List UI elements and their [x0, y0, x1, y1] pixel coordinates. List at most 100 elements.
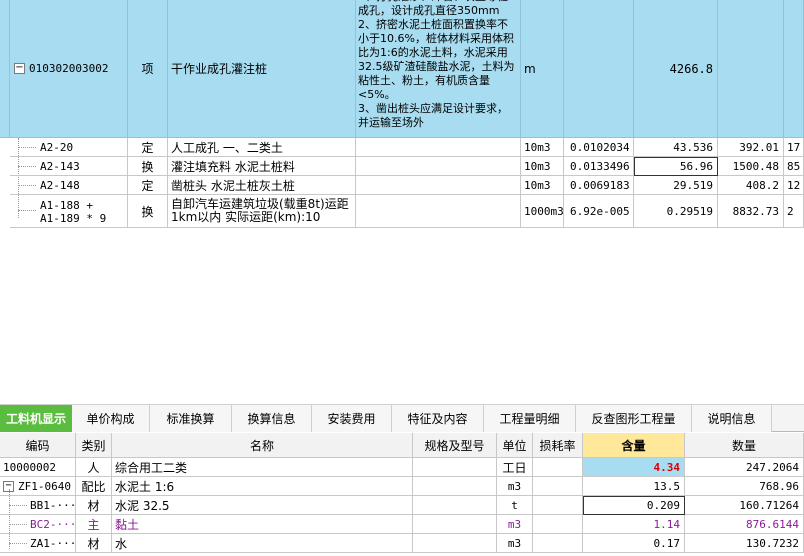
sub-unit: 10m3: [521, 176, 564, 195]
res-qty: 130.7232: [685, 534, 804, 553]
sub-unit: 10m3: [521, 138, 564, 157]
res-unit: m3: [497, 477, 533, 496]
item-grid: − 010302003002 项 干作业成孔灌注桩 1、打孔灌砂、碎石、灰土等桩…: [0, 0, 804, 228]
col-header-spec[interactable]: 规格及型号: [413, 433, 497, 458]
sub-code-line1: A1-188 +: [40, 199, 93, 212]
sub-extra: 85: [784, 157, 804, 176]
main-unit: m: [521, 0, 564, 138]
sub-content: 0.0133496: [564, 157, 634, 176]
row-indicator: [0, 0, 10, 138]
col-header-category[interactable]: 类别: [76, 433, 112, 458]
col-header-code[interactable]: 编码: [0, 433, 76, 458]
sub-content: 0.0102034: [564, 138, 634, 157]
col-header-unit[interactable]: 单位: [497, 433, 533, 458]
tree-line: [9, 489, 10, 549]
sub-price: 392.01: [718, 138, 784, 157]
col-header-name[interactable]: 名称: [112, 433, 413, 458]
sub-type: 换: [128, 157, 168, 176]
res-name: 黏土: [112, 515, 413, 534]
sub-name: 凿桩头 水泥土桩灰土桩: [168, 176, 356, 195]
res-category: 主: [76, 515, 112, 534]
detail-tab-bar: 工料机显示 单价构成 标准换算 换算信息 安装费用 特征及内容 工程量明细 反查…: [0, 404, 804, 432]
sub-name: 自卸汽车运建筑垃圾(载重8t)运距 1km以内 实际运距(km):10: [168, 195, 356, 228]
res-content: 13.5: [583, 477, 685, 496]
main-extra: [784, 0, 804, 138]
main-name: 干作业成孔灌注桩: [168, 0, 356, 138]
main-price: [718, 0, 784, 138]
tab-labor-material[interactable]: 工料机显示: [0, 405, 72, 432]
sub-code: A2-20: [10, 138, 128, 157]
res-unit: t: [497, 496, 533, 515]
res-name: 综合用工二类: [112, 458, 413, 477]
sub-qty: 43.536: [634, 138, 718, 157]
res-loss: [533, 477, 583, 496]
res-spec: [413, 458, 497, 477]
sub-price: 408.2: [718, 176, 784, 195]
res-unit: m3: [497, 534, 533, 553]
tab-unit-price[interactable]: 单价构成: [72, 405, 150, 432]
sub-type: 换: [128, 195, 168, 228]
sub-name: 灌注填充料 水泥土桩料: [168, 157, 356, 176]
sub-features: [356, 138, 521, 157]
main-code-cell[interactable]: − 010302003002: [10, 0, 128, 138]
res-name: 水: [112, 534, 413, 553]
res-spec: [413, 534, 497, 553]
res-name: 水泥土 1:6: [112, 477, 413, 496]
sub-qty-editing[interactable]: 56.96: [634, 157, 718, 176]
col-header-content[interactable]: 含量: [583, 433, 685, 458]
res-category: 材: [76, 534, 112, 553]
main-features: 1、打孔灌砂、碎石、灰土等桩成孔，设计成孔直径350mm 2、挤密水泥土桩面积置…: [356, 0, 521, 138]
sub-content: 6.92e-005: [564, 195, 634, 228]
res-content-selected[interactable]: 4.34: [583, 458, 685, 477]
tree-branch: [9, 524, 27, 525]
res-qty: 247.2064: [685, 458, 804, 477]
tree-branch: [9, 543, 27, 544]
main-code: 010302003002: [29, 62, 109, 75]
tab-quantity-detail[interactable]: 工程量明细: [484, 405, 576, 432]
res-content: 0.17: [583, 534, 685, 553]
res-code-text: ZF1-0640: [18, 479, 71, 493]
col-header-qty[interactable]: 数量: [685, 433, 804, 458]
sub-qty: 29.519: [634, 176, 718, 195]
tab-features-content[interactable]: 特征及内容: [392, 405, 484, 432]
res-qty: 160.71264: [685, 496, 804, 515]
res-code: 10000002: [0, 458, 76, 477]
res-loss: [533, 534, 583, 553]
sub-unit: 1000m3: [521, 195, 564, 228]
res-name: 水泥 32.5: [112, 496, 413, 515]
res-spec: [413, 515, 497, 534]
sub-type: 定: [128, 176, 168, 195]
sub-name: 人工成孔 一、二类土: [168, 138, 356, 157]
tab-graphic-quantity[interactable]: 反查图形工程量: [576, 405, 692, 432]
collapse-icon[interactable]: −: [14, 63, 25, 74]
res-loss: [533, 496, 583, 515]
sub-code-line2: A1-189 * 9: [40, 212, 107, 225]
tab-install-fee[interactable]: 安装费用: [312, 405, 392, 432]
res-qty: 876.6144: [685, 515, 804, 534]
res-content-editing[interactable]: 0.209: [583, 496, 685, 515]
tree-branch: [9, 505, 27, 506]
sub-code: A2-143: [10, 157, 128, 176]
res-spec: [413, 496, 497, 515]
tab-conversion-info[interactable]: 换算信息: [232, 405, 312, 432]
sub-content: 0.0069183: [564, 176, 634, 195]
col-header-loss[interactable]: 损耗率: [533, 433, 583, 458]
res-content: 1.14: [583, 515, 685, 534]
tab-notes[interactable]: 说明信息: [692, 405, 772, 432]
main-qty-expr: [564, 0, 634, 138]
res-qty: 768.96: [685, 477, 804, 496]
sub-price: 1500.48: [718, 157, 784, 176]
sub-type: 定: [128, 138, 168, 157]
sub-unit: 10m3: [521, 157, 564, 176]
sub-features: [356, 157, 521, 176]
sub-code: A2-148: [10, 176, 128, 195]
res-loss: [533, 515, 583, 534]
sub-code: A1-188 + A1-189 * 9: [10, 195, 128, 228]
res-loss: [533, 458, 583, 477]
res-spec: [413, 477, 497, 496]
main-type: 项: [128, 0, 168, 138]
resource-grid: 编码 类别 名称 规格及型号 单位 损耗率 含量 数量 10000002 人 综…: [0, 433, 804, 556]
tab-standard-conversion[interactable]: 标准换算: [150, 405, 232, 432]
sub-qty: 0.29519: [634, 195, 718, 228]
sub-price: 8832.73: [718, 195, 784, 228]
